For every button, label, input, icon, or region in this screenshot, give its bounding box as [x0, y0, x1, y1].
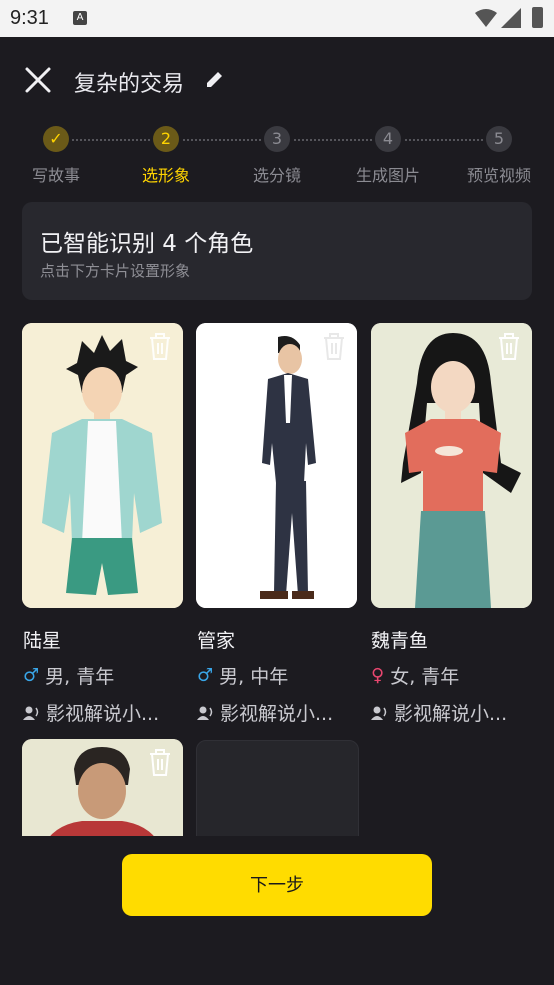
step-label: 生成图片: [355, 166, 420, 185]
page-title: 复杂的交易: [74, 72, 185, 97]
delete-trash-icon[interactable]: [496, 331, 522, 361]
step-write-story[interactable]: ✓ 写故事: [16, 126, 96, 186]
character-portrait: [22, 323, 183, 608]
edit-pencil-icon[interactable]: [206, 70, 224, 88]
delete-trash-icon[interactable]: [321, 331, 347, 361]
wifi-icon: [475, 9, 497, 27]
character-name: 陆星: [23, 630, 62, 652]
character-gender-age: 女, 青年: [390, 666, 460, 688]
male-icon: ♂: [23, 665, 40, 686]
character-card-lu-xing[interactable]: [22, 323, 183, 608]
step-check-icon: ✓: [43, 126, 69, 152]
delete-trash-icon[interactable]: [147, 331, 173, 361]
step-number: 5: [486, 126, 512, 152]
close-icon[interactable]: [24, 66, 52, 94]
recognition-info-card: 已智能识别 4 个角色 点击下方卡片设置形象: [22, 202, 532, 300]
step-choose-storyboard[interactable]: 3 选分镜: [237, 126, 317, 186]
voice-label: 影视解说小...: [46, 703, 160, 725]
notification-icon: A: [73, 11, 87, 25]
voice-label: 影视解说小...: [220, 703, 334, 725]
next-step-button[interactable]: 下一步: [122, 854, 432, 916]
info-title: 已智能识别 4 个角色: [40, 231, 254, 257]
delete-trash-icon[interactable]: [147, 747, 173, 777]
character-voice[interactable]: 影视解说小...: [23, 699, 159, 726]
character-attributes: ♂ 男, 中年: [197, 662, 288, 689]
female-icon: ♀: [371, 665, 385, 686]
info-subtitle: 点击下方卡片设置形象: [40, 262, 191, 280]
step-label: 写故事: [31, 166, 80, 185]
character-gender-age: 男, 中年: [219, 666, 289, 688]
character-card-4[interactable]: [22, 739, 183, 849]
character-card-butler[interactable]: [196, 323, 357, 608]
character-portrait: [371, 323, 532, 608]
step-label: 选分镜: [252, 166, 301, 185]
character-attributes: ♂ 男, 青年: [23, 662, 114, 689]
step-preview-video[interactable]: 5 预览视频: [459, 126, 539, 186]
signal-icon: [501, 8, 521, 28]
step-number: 4: [375, 126, 401, 152]
male-icon: ♂: [197, 665, 214, 686]
voice-icon: [371, 706, 387, 720]
character-name: 魏青鱼: [371, 630, 429, 652]
battery-icon: [532, 7, 543, 28]
character-card-wei-qing-yu[interactable]: [371, 323, 532, 608]
character-voice[interactable]: 影视解说小...: [197, 699, 333, 726]
voice-icon: [197, 706, 213, 720]
character-voice[interactable]: 影视解说小...: [371, 699, 507, 726]
character-attributes: ♀ 女, 青年: [371, 662, 459, 689]
voice-label: 影视解说小...: [394, 703, 508, 725]
status-bar: 9:31 A: [0, 0, 554, 37]
step-generate-images[interactable]: 4 生成图片: [348, 126, 428, 186]
step-label: 选形象: [141, 166, 190, 185]
status-time: 9:31: [10, 7, 49, 29]
step-number: 2: [153, 126, 179, 152]
voice-icon: [23, 706, 39, 720]
character-name: 管家: [197, 630, 236, 652]
character-portrait: [196, 323, 357, 608]
character-gender-age: 男, 青年: [45, 666, 115, 688]
step-choose-character[interactable]: 2 选形象: [126, 126, 206, 186]
step-number: 3: [264, 126, 290, 152]
step-label: 预览视频: [466, 166, 531, 185]
